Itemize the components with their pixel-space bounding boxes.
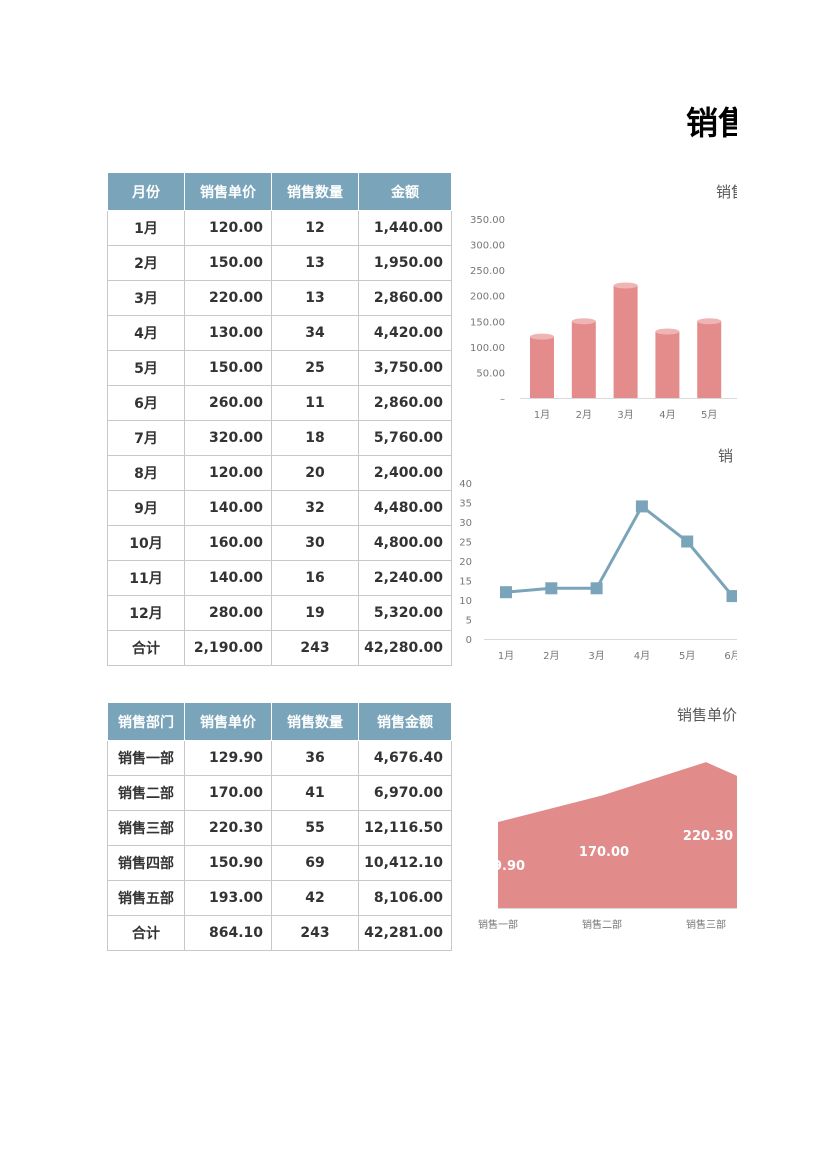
bar-top [530, 333, 554, 340]
series-line [505, 504, 734, 598]
page: 销售 月份 销售单价 销售数量 金额 1月 120.00 12 1,440.00 2月 150.0… [0, 0, 737, 1170]
bar-top [613, 282, 638, 289]
y-tick-label: 25 [459, 538, 472, 549]
chart-title: 销售单价 [677, 706, 737, 724]
x-tick-label: 5月 [701, 409, 717, 421]
y-tick-label: 250.00 [470, 266, 505, 277]
x-tick-label: 4月 [659, 409, 675, 421]
data-point-marker [635, 500, 648, 513]
y-tick-label: 10 [459, 596, 472, 607]
x-tick-label: 1月 [534, 409, 550, 421]
y-tick-label: 150.00 [470, 317, 505, 328]
chart-title: 销 [718, 447, 733, 465]
bar [571, 321, 596, 398]
x-tick-label: 2月 [576, 409, 592, 421]
y-tick-label: 350.00 [470, 215, 505, 226]
y-tick-label: 200.00 [470, 292, 505, 303]
x-tick-label: 1月 [498, 650, 514, 662]
x-tick-label: 销售一部 [478, 918, 518, 931]
bar [613, 285, 638, 398]
bar-top [697, 318, 722, 325]
x-tick-label: 4月 [634, 650, 650, 662]
x-tick-label: 2月 [543, 650, 559, 662]
y-tick-label: 20 [459, 557, 472, 568]
y-tick-label: 5 [466, 616, 472, 627]
data-point-marker [726, 590, 737, 603]
data-point-marker [590, 582, 603, 595]
data-point-marker [500, 586, 512, 599]
data-label: 170.00 [579, 845, 629, 860]
y-tick-label: 30 [459, 518, 472, 529]
x-tick-label: 6月 [724, 650, 737, 662]
x-tick-label: 5月 [679, 650, 695, 662]
data-label: 129.90 [475, 859, 525, 874]
x-tick-label: 3月 [588, 650, 604, 662]
data-point-marker [545, 582, 558, 595]
data-point-marker [681, 535, 694, 548]
y-tick-label: – [500, 394, 505, 405]
x-tick-label: 3月 [617, 409, 633, 421]
bar [655, 331, 680, 398]
chart-title: 销售 [716, 183, 737, 201]
y-tick-label: 300.00 [470, 241, 505, 252]
bar [697, 321, 722, 398]
x-tick-label: 销售三部 [686, 918, 726, 931]
charts: 销售 – 50.00 100.00 150.00 200.00 250.00 300.00 35… [459, 183, 737, 931]
x-tick-label: 销售二部 [582, 918, 622, 931]
y-tick-label: 15 [459, 577, 472, 588]
y-tick-label: 35 [459, 499, 472, 510]
y-tick-label: 100.00 [470, 343, 505, 354]
y-tick-label: 0 [466, 635, 472, 646]
bar-top [571, 318, 596, 325]
y-tick-label: 50.00 [476, 368, 505, 379]
bar [530, 336, 554, 398]
y-tick-label: 40 [459, 479, 472, 490]
bar-top [655, 328, 680, 335]
data-label: 220.30 [683, 829, 733, 844]
